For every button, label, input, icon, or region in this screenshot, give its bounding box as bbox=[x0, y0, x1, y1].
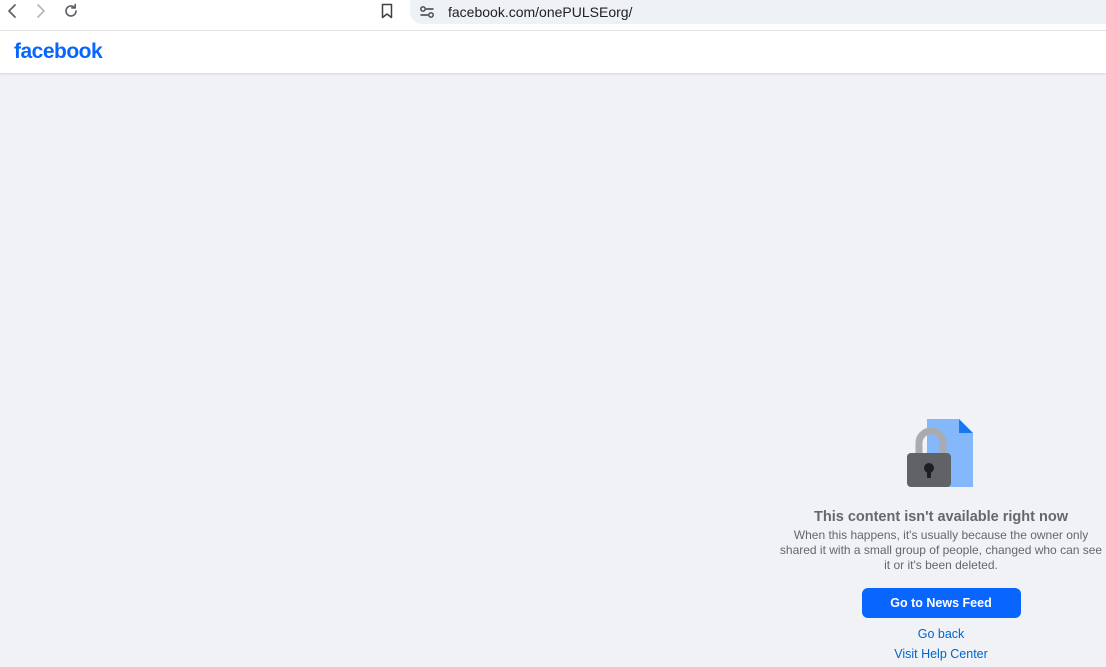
site-info-icon bbox=[420, 6, 434, 18]
back-icon bbox=[8, 4, 16, 18]
back-button[interactable] bbox=[0, 0, 24, 22]
lock-document-icon bbox=[907, 419, 973, 487]
reload-icon bbox=[65, 3, 77, 17]
content-unavailable-panel: This content isn't available right now W… bbox=[776, 415, 1106, 661]
facebook-header: facebook bbox=[0, 31, 1106, 73]
go-back-link[interactable]: Go back bbox=[918, 627, 965, 641]
url-text[interactable]: facebook.com/onePULSEorg/ bbox=[448, 4, 632, 20]
reload-button[interactable] bbox=[59, 0, 83, 22]
go-to-news-feed-button[interactable]: Go to News Feed bbox=[861, 588, 1021, 618]
browser-toolbar: facebook.com/onePULSEorg/ bbox=[0, 0, 1106, 31]
address-bar[interactable]: facebook.com/onePULSEorg/ bbox=[410, 0, 1106, 24]
visit-help-center-link[interactable]: Visit Help Center bbox=[894, 647, 988, 661]
forward-button[interactable] bbox=[29, 0, 53, 22]
bookmark-button[interactable] bbox=[376, 0, 398, 22]
unavailable-title: This content isn't available right now bbox=[813, 509, 1068, 525]
site-info-button[interactable] bbox=[416, 1, 438, 23]
unavailable-description: When this happens, it's usually because … bbox=[779, 528, 1103, 572]
facebook-logo[interactable]: facebook bbox=[14, 40, 103, 64]
bookmark-icon bbox=[381, 3, 393, 19]
forward-icon bbox=[37, 4, 45, 18]
